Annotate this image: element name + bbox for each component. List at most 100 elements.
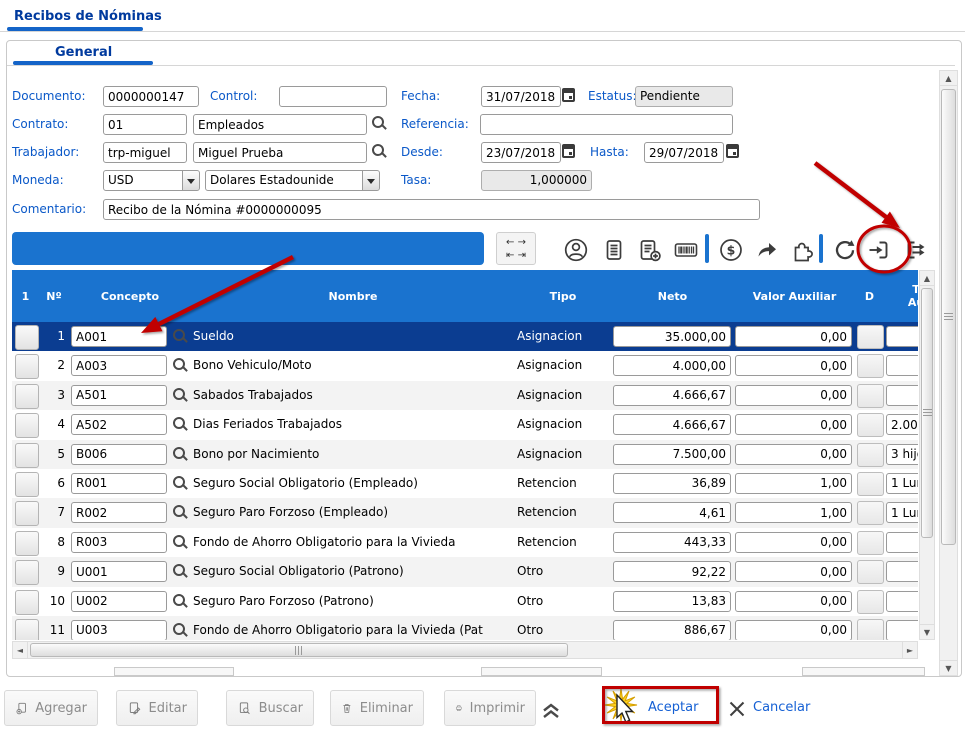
texto-auxiliar-input[interactable]	[886, 591, 918, 612]
row-selector-button[interactable]	[15, 531, 39, 556]
import-icon[interactable]	[865, 236, 892, 263]
valor-auxiliar-input[interactable]	[735, 326, 852, 347]
panel-vscroll-up-button[interactable]: ▲	[939, 70, 958, 86]
desde-input[interactable]	[481, 142, 561, 163]
search-icon[interactable]	[173, 505, 189, 521]
document-add-icon[interactable]	[635, 236, 663, 263]
d-cell-button[interactable]	[857, 619, 884, 640]
neto-input[interactable]	[613, 326, 731, 347]
refresh-icon[interactable]	[831, 236, 858, 263]
barcode-icon[interactable]	[671, 236, 700, 263]
valor-auxiliar-input[interactable]	[735, 444, 852, 465]
row-selector-button[interactable]	[15, 443, 39, 468]
table-row[interactable]: 2 Bono Vehiculo/Moto Asignacion	[12, 351, 918, 380]
grid-vscroll-thumb[interactable]	[921, 288, 933, 538]
d-cell-button[interactable]	[857, 501, 884, 525]
aceptar-label[interactable]: Aceptar	[648, 700, 698, 715]
table-row[interactable]: 6 Seguro Social Obligatorio (Empleado) R…	[12, 469, 918, 498]
calendar-icon[interactable]	[562, 144, 575, 158]
search-icon[interactable]	[173, 358, 189, 374]
calendar-icon[interactable]	[726, 144, 739, 158]
table-row[interactable]: 11 Fondo de Ahorro Obligatorio para la V…	[12, 616, 918, 640]
user-icon[interactable]	[562, 236, 589, 263]
table-row[interactable]: 7 Seguro Paro Forzoso (Empleado) Retenci…	[12, 498, 918, 527]
search-icon[interactable]	[173, 594, 189, 610]
grid-hscroll-thumb[interactable]	[30, 643, 568, 657]
col-header-tipo[interactable]: Tipo	[515, 270, 612, 322]
search-icon[interactable]	[372, 116, 388, 132]
contrato-code-input[interactable]	[103, 114, 187, 135]
d-cell-button[interactable]	[857, 472, 884, 496]
neto-input[interactable]	[613, 591, 731, 612]
col-header-valor-auxiliar[interactable]: Valor Auxiliar	[734, 270, 856, 322]
texto-auxiliar-input[interactable]	[886, 385, 918, 406]
neto-input[interactable]	[613, 532, 731, 553]
collapse-chevrons-icon[interactable]	[538, 696, 564, 722]
row-selector-button[interactable]	[15, 384, 39, 409]
search-icon[interactable]	[173, 329, 189, 345]
export-icon[interactable]	[902, 236, 931, 263]
imprimir-button[interactable]: Imprimir	[444, 690, 536, 726]
panel-vscroll-down-button[interactable]: ▼	[939, 660, 958, 676]
texto-auxiliar-input[interactable]	[886, 444, 918, 465]
valor-auxiliar-input[interactable]	[735, 414, 852, 435]
d-cell-button[interactable]	[857, 443, 884, 467]
documento-input[interactable]	[103, 86, 199, 107]
row-selector-button[interactable]	[15, 354, 39, 379]
grid-hscroll-right-button[interactable]: ►	[902, 641, 918, 659]
document-icon[interactable]	[600, 236, 627, 263]
calendar-icon[interactable]	[562, 88, 575, 102]
search-icon[interactable]	[173, 476, 189, 492]
table-row[interactable]: 4 Dias Feriados Trabajados Asignacion	[12, 410, 918, 439]
neto-input[interactable]	[613, 561, 731, 582]
contrato-name-input[interactable]	[193, 114, 367, 135]
row-selector-button[interactable]	[15, 619, 39, 640]
moneda-name-select[interactable]: Dolares Estadounide	[205, 170, 380, 191]
neto-input[interactable]	[613, 620, 731, 640]
table-row[interactable]: 8 Fondo de Ahorro Obligatorio para la Vi…	[12, 528, 918, 557]
valor-auxiliar-input[interactable]	[735, 532, 852, 553]
texto-auxiliar-input[interactable]	[886, 532, 918, 553]
neto-input[interactable]	[613, 502, 731, 523]
d-cell-button[interactable]	[857, 413, 884, 437]
control-input[interactable]	[279, 86, 387, 107]
concepto-input[interactable]	[71, 561, 167, 582]
search-icon[interactable]	[173, 623, 189, 639]
col-header-concepto[interactable]: Concepto	[69, 270, 192, 322]
grid-vscroll-down-button[interactable]: ▼	[919, 624, 935, 640]
fecha-input[interactable]	[481, 86, 561, 107]
search-icon[interactable]	[173, 447, 189, 463]
forward-arrow-icon[interactable]	[753, 236, 780, 263]
texto-auxiliar-input[interactable]	[886, 326, 918, 347]
grid-vscroll-up-button[interactable]: ▲	[919, 270, 935, 286]
neto-input[interactable]	[613, 385, 731, 406]
concepto-input[interactable]	[71, 532, 167, 553]
referencia-input[interactable]	[480, 114, 733, 135]
currency-dollar-icon[interactable]: $	[717, 236, 744, 263]
window-tab-recibos[interactable]: Recibos de Nóminas	[14, 9, 162, 24]
search-icon[interactable]	[173, 417, 189, 433]
search-icon[interactable]	[372, 144, 388, 160]
grid-hscroll-left-button[interactable]: ◄	[12, 641, 28, 659]
texto-auxiliar-input[interactable]	[886, 620, 918, 640]
texto-auxiliar-input[interactable]	[886, 502, 918, 523]
chevron-down-icon[interactable]	[182, 170, 200, 191]
neto-input[interactable]	[613, 414, 731, 435]
row-selector-button[interactable]	[15, 472, 39, 497]
col-header-nombre[interactable]: Nombre	[191, 270, 516, 322]
close-x-icon[interactable]	[727, 699, 747, 719]
concepto-input[interactable]	[71, 620, 167, 640]
d-cell-button[interactable]	[857, 531, 884, 555]
valor-auxiliar-input[interactable]	[735, 620, 852, 640]
valor-auxiliar-input[interactable]	[735, 385, 852, 406]
table-row[interactable]: 9 Seguro Social Obligatorio (Patrono) Ot…	[12, 557, 918, 586]
col-header-numero[interactable]: Nº	[39, 270, 70, 322]
d-cell-button[interactable]	[857, 384, 884, 408]
table-row[interactable]: 10 Seguro Paro Forzoso (Patrono) Otro	[12, 587, 918, 616]
concepto-input[interactable]	[71, 326, 167, 347]
concepto-input[interactable]	[71, 591, 167, 612]
col-header-neto[interactable]: Neto	[611, 270, 735, 322]
col-header-t-aux[interactable]: T Au	[884, 270, 918, 322]
valor-auxiliar-input[interactable]	[735, 591, 852, 612]
cancelar-label[interactable]: Cancelar	[753, 700, 810, 715]
